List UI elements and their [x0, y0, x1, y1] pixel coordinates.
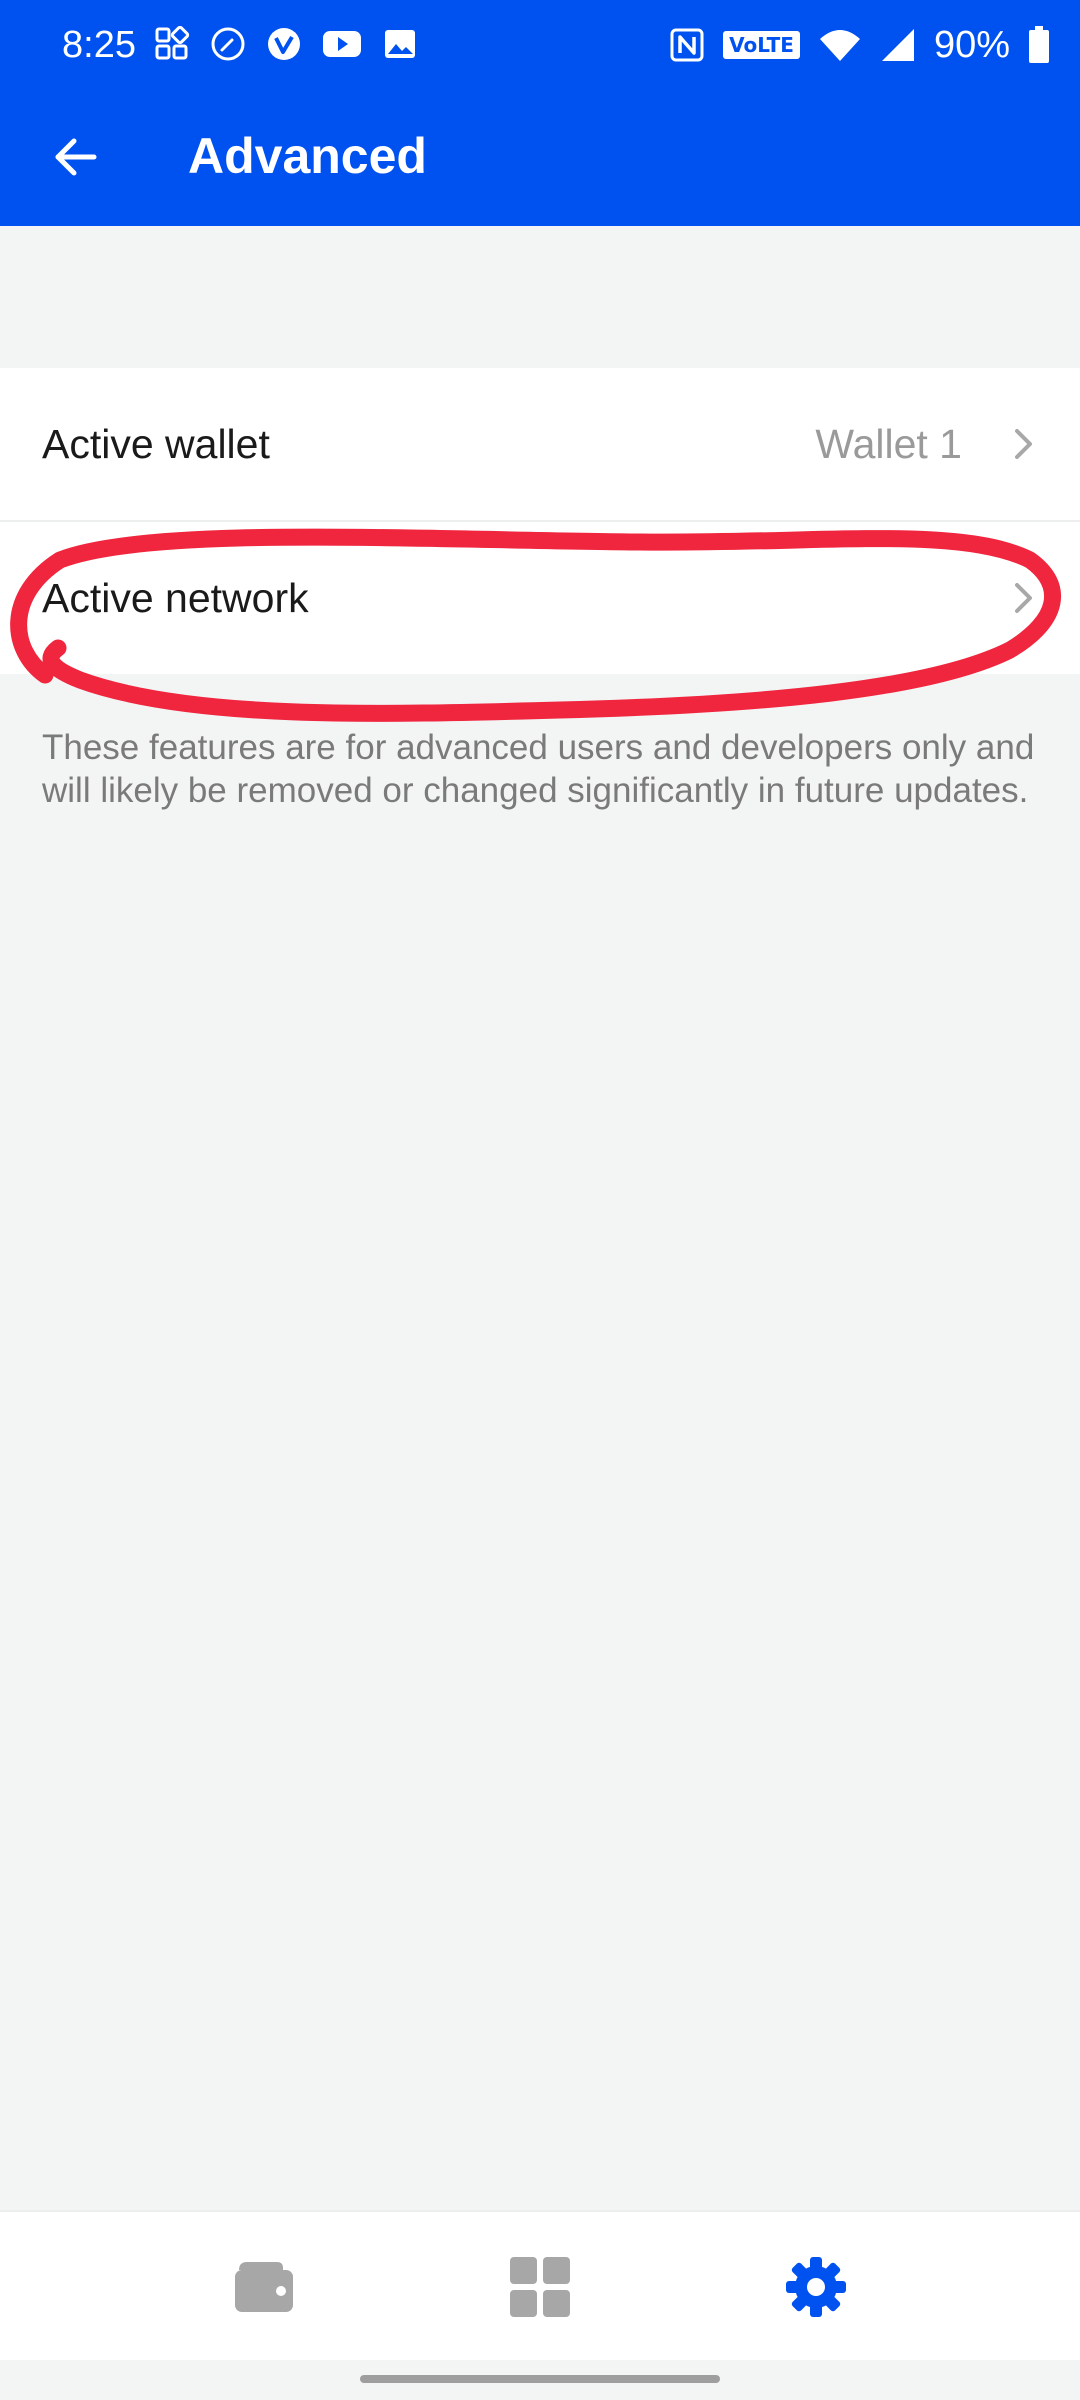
settings-list: Active wallet Wallet 1 Active network — [0, 368, 1080, 674]
chevron-right-icon — [1004, 578, 1044, 618]
compass-icon — [211, 27, 245, 61]
image-icon — [385, 30, 415, 58]
youtube-icon — [323, 31, 361, 57]
active-wallet-row[interactable]: Active wallet Wallet 1 — [0, 368, 1080, 520]
nav-settings[interactable] — [736, 2212, 896, 2362]
chevron-right-icon — [1004, 424, 1044, 464]
wifi-icon — [819, 30, 860, 61]
status-bar: 8:25 VoLTE 90% — [0, 0, 1080, 92]
app-bar: Advanced — [0, 92, 1080, 226]
gesture-bar[interactable] — [360, 2375, 720, 2383]
dashboard-icon — [510, 2257, 570, 2317]
status-right-icons: VoLTE 90% — [669, 22, 1050, 68]
header: 8:25 VoLTE 90% Advanced — [0, 0, 1080, 226]
battery-percent: 90% — [933, 24, 1010, 66]
volte-icon: VoLTE — [723, 31, 800, 59]
status-time: 8:25 — [62, 24, 136, 66]
status-left-icons — [154, 26, 418, 62]
back-button[interactable] — [40, 122, 110, 192]
helper-text: These features are for advanced users an… — [42, 728, 1035, 810]
settings-gear-icon — [786, 2257, 846, 2317]
active-wallet-value: Wallet 1 — [815, 420, 962, 467]
gesture-bar-area — [0, 2360, 1080, 2400]
grid-apps-icon — [155, 26, 190, 60]
nfc-icon — [670, 28, 704, 62]
active-wallet-label: Active wallet — [42, 420, 270, 467]
signal-icon — [881, 29, 914, 61]
arrow-back-icon — [55, 138, 97, 176]
wallet-icon — [235, 2262, 293, 2312]
bottom-nav — [0, 2210, 1080, 2362]
active-network-row[interactable]: Active network — [0, 520, 1080, 674]
nav-dashboard[interactable] — [460, 2212, 620, 2362]
nav-wallet[interactable] — [184, 2212, 344, 2362]
page-title: Advanced — [188, 128, 427, 184]
battery-icon — [1029, 26, 1049, 63]
active-network-label: Active network — [42, 574, 309, 621]
vimeo-icon — [268, 28, 300, 60]
